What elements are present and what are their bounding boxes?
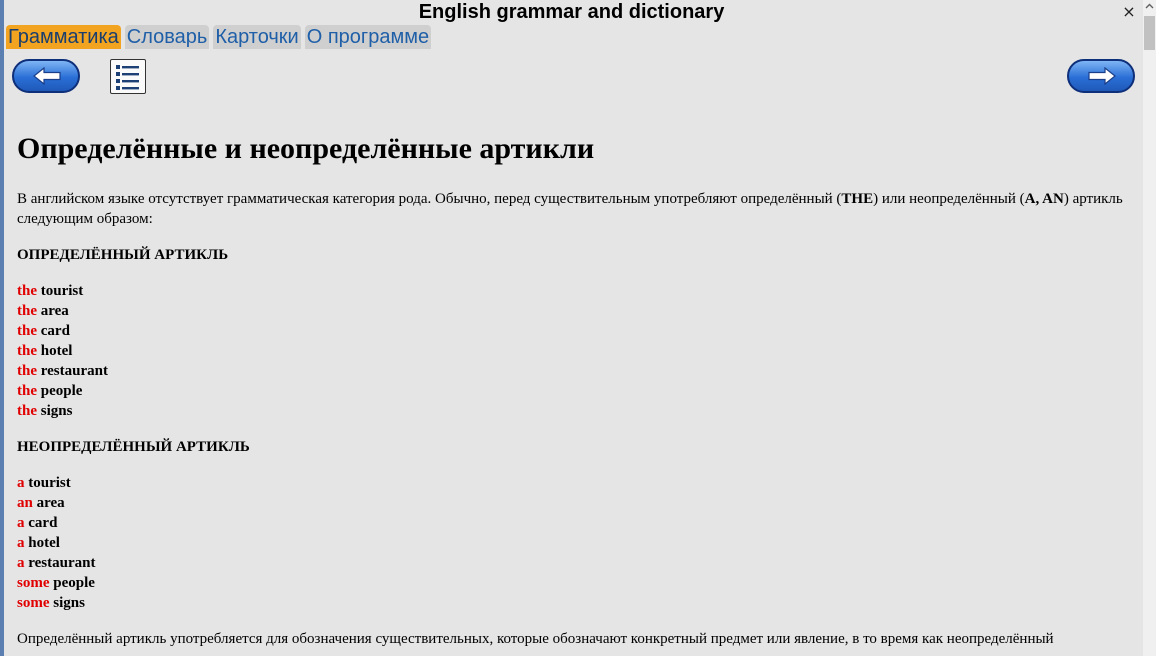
noun-word: hotel [28,535,60,551]
tab-cards[interactable]: Карточки [213,25,301,49]
article-word: the [17,303,37,319]
intro-a-an: A, AN [1024,191,1064,207]
list-item: the people [17,381,1127,401]
intro-the: THE [841,191,874,207]
intro-text-start: В английском языке отсутствует грамматич… [17,191,842,207]
tab-dictionary[interactable]: Словарь [124,25,210,49]
arrow-right-icon [1088,67,1116,85]
closing-paragraph: Определённый артикль употребляется для о… [17,631,1054,647]
noun-word: card [28,515,58,531]
list-item: the tourist [17,281,1127,301]
list-item: the signs [17,401,1127,421]
noun-word: signs [53,595,85,611]
indefinite-heading: НЕОПРЕДЕЛЁННЫЙ АРТИКЛЬ [17,439,250,455]
chevron-up-icon [1145,3,1154,9]
scroll-up-button[interactable] [1143,0,1156,13]
list-item: a card [17,513,1127,533]
noun-word: signs [40,403,73,419]
noun-word: restaurant [40,363,108,379]
scrollbar-thumb[interactable] [1144,16,1155,50]
article-word: the [17,383,37,399]
noun-word: restaurant [28,555,96,571]
article-word: a [17,475,25,491]
article-word: a [17,555,25,571]
list-item: an area [17,493,1127,513]
definite-list: the tourist the area the card the hotel … [17,281,1127,421]
noun-word: area [40,303,69,319]
list-item: the restaurant [17,361,1127,381]
noun-word: people [53,575,95,591]
contents-button[interactable] [110,59,146,94]
article-word: the [17,403,37,419]
list-item: a restaurant [17,553,1127,573]
noun-word: people [40,383,83,399]
arrow-left-icon [33,67,61,85]
article-word: a [17,515,25,531]
tab-bar: Грамматика Словарь Карточки О программе [6,25,432,49]
noun-word: hotel [40,343,73,359]
intro-text-mid: ) или неопределённый ( [873,191,1025,207]
list-item: the area [17,301,1127,321]
close-icon[interactable]: × [1119,2,1139,22]
tab-about[interactable]: О программе [304,25,432,49]
article-word: an [17,495,33,511]
list-item: some people [17,573,1127,593]
noun-word: tourist [28,475,71,491]
definite-heading: ОПРЕДЕЛЁННЫЙ АРТИКЛЬ [17,247,229,263]
list-item: a hotel [17,533,1127,553]
list-item: the card [17,321,1127,341]
list-icon [116,65,139,90]
window-left-edge [0,0,4,656]
indefinite-list: a tourist an area a card a hotel a resta… [17,473,1127,613]
app-title: English grammar and dictionary [418,1,725,23]
list-item: some signs [17,593,1127,613]
intro-paragraph: В английском языке отсутствует грамматич… [17,189,1127,229]
noun-word: area [36,495,65,511]
article-content: Определённые и неопределённые артикли В … [17,121,1127,649]
article-word: the [17,343,37,359]
article-word: some [17,595,50,611]
vertical-scrollbar[interactable] [1143,0,1156,656]
list-item: a tourist [17,473,1127,493]
article-word: the [17,363,37,379]
list-item: the hotel [17,341,1127,361]
next-button[interactable] [1067,59,1135,93]
article-word: a [17,535,25,551]
noun-word: card [40,323,70,339]
article-word: some [17,575,50,591]
article-word: the [17,323,37,339]
article-word: the [17,283,37,299]
article-title: Определённые и неопределённые артикли [17,132,595,165]
noun-word: tourist [40,283,84,299]
previous-button[interactable] [12,59,80,93]
tab-grammar[interactable]: Грамматика [6,25,121,49]
